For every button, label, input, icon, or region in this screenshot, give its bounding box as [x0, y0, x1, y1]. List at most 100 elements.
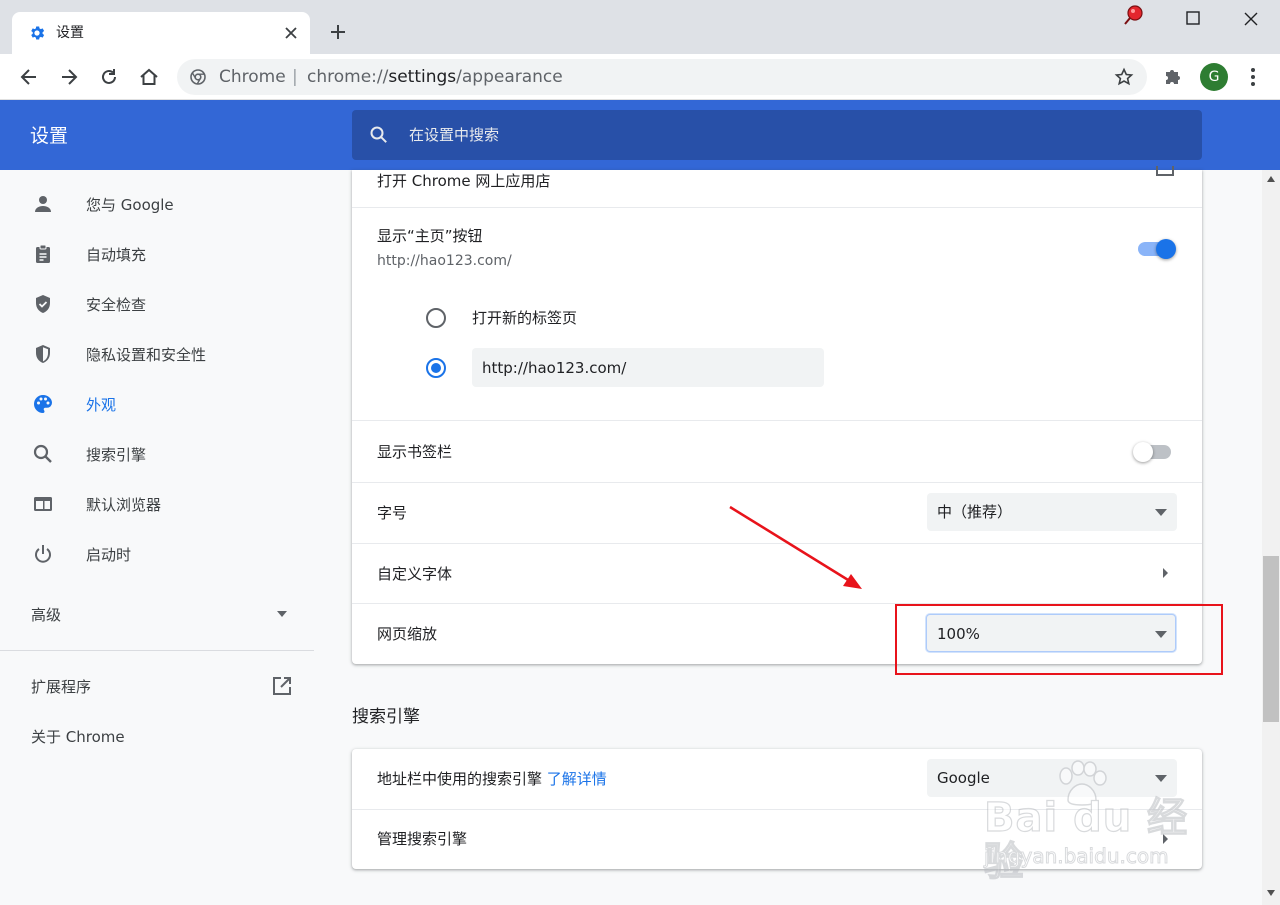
scrollbar[interactable]: [1262, 170, 1280, 905]
window-close-icon[interactable]: [1243, 11, 1259, 27]
home-button-toggle[interactable]: [1138, 238, 1178, 260]
settings-header: 设置 在设置中搜索: [0, 100, 1280, 170]
font-size-value: 中（推荐）: [937, 503, 1013, 521]
watermark-brand: Bai du 经验: [983, 795, 1189, 885]
browser-toolbar: Chrome | chrome://settings/appearance G: [0, 54, 1280, 100]
tab-title: 设置: [56, 25, 84, 41]
sidebar-item-on-startup[interactable]: 启动时: [0, 530, 330, 580]
row-divider: [352, 207, 1202, 208]
maximize-icon[interactable]: [1186, 11, 1200, 25]
reload-icon[interactable]: [98, 66, 120, 88]
gear-icon: [28, 24, 46, 42]
scroll-up-arrow-icon[interactable]: [1267, 176, 1275, 182]
bookmarks-bar-label: 显示书签栏: [377, 443, 453, 461]
person-icon: [32, 193, 54, 215]
sidebar-item-label: 外观: [86, 396, 117, 414]
scroll-down-arrow-icon[interactable]: [1267, 890, 1275, 896]
star-icon[interactable]: [1114, 67, 1134, 87]
back-arrow-icon[interactable]: [18, 66, 40, 88]
font-size-label: 字号: [377, 504, 408, 522]
extensions-label: 扩展程序: [31, 678, 92, 696]
plus-icon[interactable]: [328, 22, 348, 42]
forward-arrow-icon[interactable]: [58, 66, 80, 88]
title-bar: 设置: [0, 0, 1280, 54]
home-icon[interactable]: [138, 66, 160, 88]
manage-search-engines-label[interactable]: 管理搜索引擎: [377, 830, 467, 848]
chrome-icon: [190, 69, 206, 85]
chevron-right-icon[interactable]: [1161, 567, 1169, 579]
annotation-arrow: [729, 505, 862, 589]
url-host: settings: [388, 67, 457, 87]
sidebar-item-extensions[interactable]: 扩展程序: [0, 662, 330, 712]
close-icon[interactable]: [282, 24, 300, 42]
sidebar-item-default-browser[interactable]: 默认浏览器: [0, 480, 330, 530]
sidebar: 您与 Google 自动填充 安全检查 隐私设置和安全性 外观 搜索引擎 默认浏…: [0, 170, 330, 905]
watermark: Bai du 经验 jingyan.baidu.com: [980, 760, 1210, 885]
sidebar-item-label: 搜索引擎: [86, 446, 147, 464]
toggle-knob: [1133, 442, 1153, 462]
search-icon: [32, 443, 54, 465]
avatar[interactable]: G: [1200, 63, 1228, 91]
sidebar-item-appearance[interactable]: 外观: [0, 380, 330, 430]
sidebar-item-label: 安全检查: [86, 296, 147, 314]
font-size-select[interactable]: 中（推荐）: [927, 493, 1177, 531]
home-button-label: 显示“主页”按钮: [377, 227, 483, 245]
triangle-down-icon: [276, 610, 288, 618]
settings-search-input[interactable]: 在设置中搜索: [352, 110, 1202, 160]
puzzle-icon[interactable]: [1163, 66, 1183, 86]
clipboard-icon: [32, 243, 54, 265]
sidebar-item-autofill[interactable]: 自动填充: [0, 230, 330, 280]
search-engine-label: 地址栏中使用的搜索引擎: [377, 770, 543, 788]
learn-more-link[interactable]: 了解详情: [547, 770, 607, 788]
tab-settings[interactable]: 设置: [12, 12, 310, 54]
scrollbar-thumb[interactable]: [1263, 556, 1279, 722]
sidebar-advanced[interactable]: 高级: [0, 590, 330, 640]
omnibox-chrome-label: Chrome: [219, 67, 286, 87]
radio-custom-url[interactable]: [426, 358, 446, 378]
row-divider: [352, 420, 1202, 421]
toggle-knob: [1156, 239, 1176, 259]
sidebar-item-search-engine[interactable]: 搜索引擎: [0, 430, 330, 480]
address-bar[interactable]: Chrome | chrome://settings/appearance: [177, 59, 1147, 95]
watermark-url: jingyan.baidu.com: [984, 844, 1170, 869]
radio-dot: [431, 363, 441, 373]
browser-window-icon: [32, 493, 54, 515]
sidebar-item-label: 您与 Google: [86, 196, 174, 214]
sidebar-item-privacy[interactable]: 隐私设置和安全性: [0, 330, 330, 380]
radio-new-tab-label[interactable]: 打开新的标签页: [472, 309, 577, 327]
omnibox-separator: |: [292, 67, 298, 87]
custom-fonts-label[interactable]: 自定义字体: [377, 565, 452, 583]
privacy-shield-icon: [32, 343, 54, 365]
sidebar-item-you-and-google[interactable]: 您与 Google: [0, 180, 330, 230]
sidebar-item-label: 启动时: [86, 546, 132, 564]
row-divider: [352, 482, 1202, 483]
open-in-new-icon[interactable]: [1156, 166, 1174, 176]
radio-new-tab[interactable]: [426, 308, 446, 328]
search-engine-section-title: 搜索引擎: [352, 707, 420, 727]
bookmarks-bar-toggle[interactable]: [1133, 441, 1173, 463]
search-engine-row-label: 地址栏中使用的搜索引擎 了解详情: [377, 770, 607, 788]
pin-icon: [1122, 4, 1146, 26]
sidebar-item-label: 隐私设置和安全性: [86, 346, 207, 364]
webstore-row-label[interactable]: 打开 Chrome 网上应用店: [377, 172, 550, 190]
advanced-label: 高级: [31, 606, 62, 624]
sidebar-item-label: 默认浏览器: [86, 496, 162, 514]
sidebar-divider: [0, 650, 314, 651]
home-url-value: http://hao123.com/: [482, 359, 627, 377]
omnibox-url: chrome://settings/appearance: [307, 67, 563, 87]
url-prefix: chrome://: [307, 67, 389, 87]
sidebar-item-safety-check[interactable]: 安全检查: [0, 280, 330, 330]
search-placeholder: 在设置中搜索: [409, 126, 500, 144]
home-button-sublabel: http://hao123.com/: [377, 253, 512, 269]
annotation-highlight-box: [895, 604, 1223, 675]
triangle-down-icon: [1155, 509, 1167, 516]
page-zoom-label: 网页缩放: [377, 625, 438, 643]
url-path: /appearance: [456, 67, 563, 87]
more-vert-icon[interactable]: [1245, 66, 1261, 88]
sidebar-item-about-chrome[interactable]: 关于 Chrome: [31, 728, 125, 746]
power-icon: [32, 543, 54, 565]
shield-check-icon: [32, 293, 54, 315]
sidebar-item-label: 自动填充: [86, 246, 147, 264]
home-url-input[interactable]: http://hao123.com/: [472, 348, 824, 387]
open-in-new-icon: [272, 676, 292, 696]
